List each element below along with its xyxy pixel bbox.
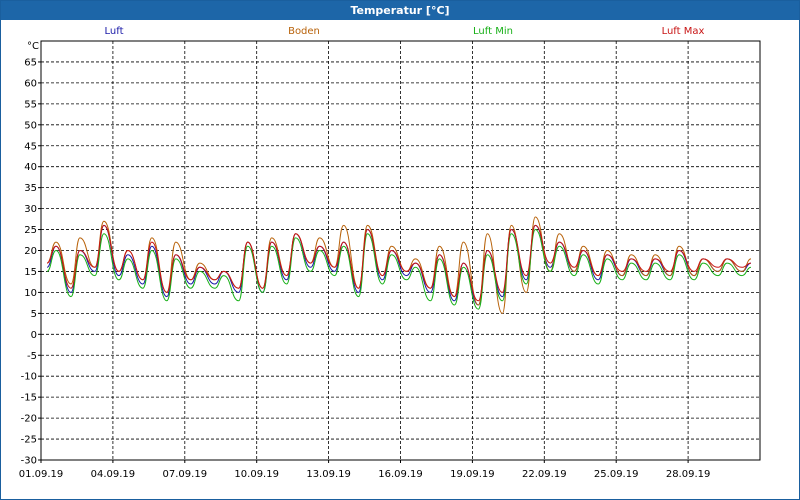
- x-tick-label: 16.09.19: [378, 469, 423, 480]
- x-tick-label: 22.09.19: [522, 469, 567, 480]
- x-tick-label: 25.09.19: [594, 469, 639, 480]
- x-tick-label: 19.09.19: [450, 469, 495, 480]
- x-tick-label: 07.09.19: [163, 469, 208, 480]
- x-tick-label: 13.09.19: [306, 469, 351, 480]
- y-tick-label: 10: [24, 288, 37, 299]
- y-tick-label: 5: [31, 309, 37, 320]
- x-tick-label: 28.09.19: [666, 469, 711, 480]
- chart-window: Temperatur [°C] Luft Boden Luft Min Luft Ma…: [0, 0, 800, 500]
- y-tick-label: 15: [24, 267, 37, 278]
- y-tick-label: 20: [24, 246, 37, 257]
- y-tick-label: 25: [24, 225, 37, 236]
- y-tick-label: 30: [24, 204, 37, 215]
- temperature-chart: 65605550454035302520151050-5-10-15-20-25…: [19, 40, 761, 480]
- y-tick-label: -5: [27, 351, 37, 362]
- y-tick-label: -15: [21, 393, 37, 404]
- y-tick-label: 65: [24, 57, 37, 68]
- series-line-luft: [46, 224, 752, 306]
- y-tick-label: 40: [24, 162, 37, 173]
- y-tick-label: -30: [21, 456, 37, 467]
- y-tick-label: 45: [24, 141, 37, 152]
- y-axis-unit-label: °C: [27, 41, 39, 52]
- x-tick-label: 04.09.19: [91, 469, 136, 480]
- y-tick-label: 50: [24, 120, 37, 131]
- x-tick-label: 10.09.19: [234, 469, 279, 480]
- y-tick-label: 0: [31, 330, 37, 341]
- series-line-luft-min: [46, 228, 752, 310]
- y-tick-label: 60: [24, 78, 37, 89]
- series-line-boden: [46, 216, 752, 314]
- x-tick-label: 01.09.19: [19, 469, 64, 480]
- y-tick-label: -25: [21, 435, 37, 446]
- y-tick-label: -20: [21, 414, 37, 425]
- y-tick-label: 55: [24, 99, 37, 110]
- y-tick-label: -10: [21, 372, 37, 383]
- y-tick-label: 35: [24, 183, 37, 194]
